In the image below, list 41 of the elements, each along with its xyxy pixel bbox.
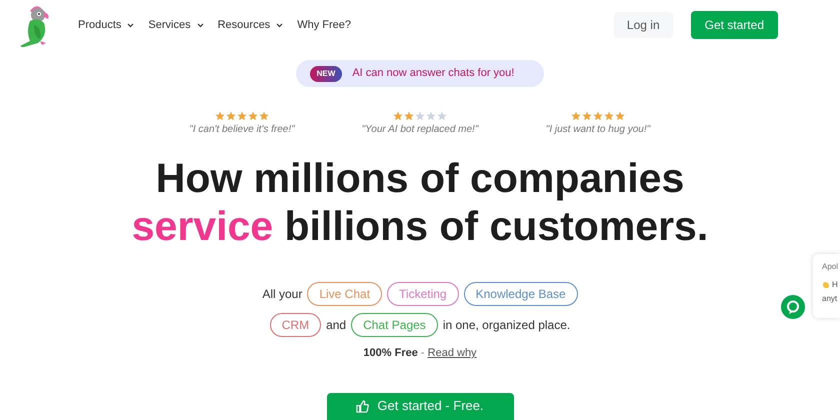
thumbs-up-icon	[356, 400, 370, 412]
star-icon	[393, 111, 403, 121]
review-quote: "Your AI bot replaced me!"	[362, 123, 478, 137]
star-icon	[426, 111, 436, 121]
headline: How millions of companies service billions of customers.	[130, 154, 710, 250]
star-icon	[615, 111, 625, 121]
free-note: 100% Free - Read why	[362, 346, 478, 361]
feature-sentence-text: and	[326, 317, 346, 334]
star-icon	[415, 111, 425, 121]
login-button[interactable]: Log in	[614, 12, 673, 38]
chevron-down-icon	[276, 22, 284, 28]
star-icon	[237, 111, 247, 121]
star-icon	[215, 111, 225, 121]
chevron-down-icon	[196, 22, 204, 28]
feature-sentence-text: All your	[262, 286, 302, 303]
nav-link[interactable]: Products	[78, 16, 134, 34]
announcement-banner[interactable]: NEW AI can now answer chats for you!	[296, 60, 544, 87]
star-icon	[582, 111, 592, 121]
star-icon	[437, 111, 447, 121]
star-icon	[604, 111, 614, 121]
star-icon	[259, 111, 269, 121]
chat-message-text: anyt	[822, 293, 838, 305]
star-icon	[593, 111, 603, 121]
star-icon	[404, 111, 414, 121]
nav-link[interactable]: Why Free?	[297, 16, 351, 34]
read-why-link[interactable]: Read why	[428, 347, 477, 359]
chat-preview-card[interactable]: Apol H anyt	[813, 254, 840, 318]
announcement-text: AI can now answer chats for you!	[352, 66, 514, 82]
review-quote: "I can't believe it's free!"	[189, 123, 295, 137]
star-icon	[571, 111, 581, 121]
nav-link[interactable]: Resources	[218, 16, 284, 34]
nav-link[interactable]: Services	[148, 16, 204, 34]
star-icon	[248, 111, 258, 121]
chevron-down-icon	[127, 22, 134, 28]
new-badge: NEW	[310, 66, 342, 82]
review-quote: "I just want to hug you!"	[546, 123, 650, 137]
star-icon	[226, 111, 236, 121]
chat-message-text: H	[832, 279, 838, 291]
chat-bubble-icon[interactable]	[781, 295, 805, 319]
chat-sender-name: Apol	[822, 261, 840, 273]
feature-sentence-text: in one, organized place.	[442, 317, 570, 334]
